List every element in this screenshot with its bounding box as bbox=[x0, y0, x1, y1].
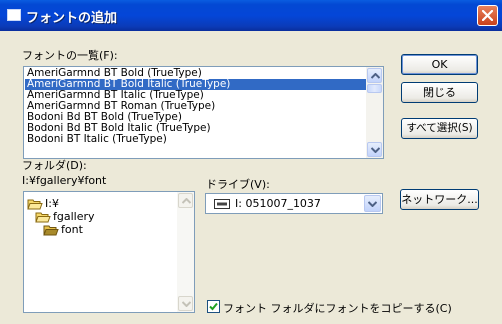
copy-fonts-checkbox[interactable] bbox=[207, 300, 220, 313]
arrow-down-icon bbox=[371, 147, 380, 153]
font-listbox[interactable]: AmeriGarmnd BT Bold (TrueType) AmeriGarm… bbox=[23, 66, 384, 159]
arrow-up-icon bbox=[182, 198, 191, 204]
title-bar[interactable]: フォントの追加 bbox=[0, 0, 502, 31]
select-all-button[interactable]: すべて選択(S) bbox=[401, 118, 478, 139]
check-icon bbox=[209, 302, 218, 311]
open-folder-icon bbox=[35, 212, 51, 223]
arrow-down-icon bbox=[182, 301, 191, 307]
folder-label: フォルダ(D): bbox=[22, 159, 87, 172]
copy-fonts-label[interactable]: フォント フォルダにフォントをコピーする(C) bbox=[223, 300, 452, 316]
drive-icon bbox=[214, 199, 230, 209]
close-dialog-button[interactable]: 閉じる bbox=[401, 82, 478, 103]
drive-label: ドライブ(V): bbox=[206, 178, 270, 191]
scroll-thumb[interactable] bbox=[367, 84, 382, 93]
folder-item-label: font bbox=[61, 223, 83, 236]
folder-path: I:¥fgallery¥font bbox=[22, 174, 107, 187]
font-list-item[interactable]: Bodoni BT Italic (TrueType) bbox=[25, 134, 167, 145]
folder-item-label: I:¥ bbox=[45, 197, 59, 210]
window-icon bbox=[7, 9, 21, 21]
folder-listbox[interactable]: I:¥ fgallery font bbox=[23, 191, 195, 313]
chevron-down-icon bbox=[368, 201, 377, 207]
open-folder-icon bbox=[27, 199, 43, 210]
add-fonts-dialog: フォントの追加 フォントの一覧(F): AmeriGarmnd BT Bold … bbox=[0, 0, 502, 324]
drive-select[interactable]: I: 051007_1037 bbox=[205, 193, 383, 214]
scroll-up-button[interactable] bbox=[367, 68, 382, 83]
scroll-up-button[interactable] bbox=[178, 193, 193, 208]
drive-dropdown-button[interactable] bbox=[364, 195, 381, 212]
network-button[interactable]: ネットワーク... bbox=[400, 189, 479, 210]
close-button[interactable] bbox=[477, 5, 498, 26]
window-title: フォントの追加 bbox=[26, 11, 118, 26]
folder-item-label: fgallery bbox=[53, 210, 95, 223]
folder-list-scrollbar[interactable] bbox=[177, 192, 194, 312]
font-list-label: フォントの一覧(F): bbox=[22, 49, 118, 62]
font-list-scrollbar[interactable] bbox=[366, 67, 383, 158]
ok-button[interactable]: OK bbox=[401, 54, 478, 75]
drive-value: I: 051007_1037 bbox=[235, 197, 321, 210]
scroll-down-button[interactable] bbox=[178, 296, 193, 311]
open-folder-icon bbox=[43, 225, 59, 236]
scroll-down-button[interactable] bbox=[367, 142, 382, 157]
arrow-up-icon bbox=[371, 73, 380, 79]
close-x-icon bbox=[482, 10, 493, 21]
